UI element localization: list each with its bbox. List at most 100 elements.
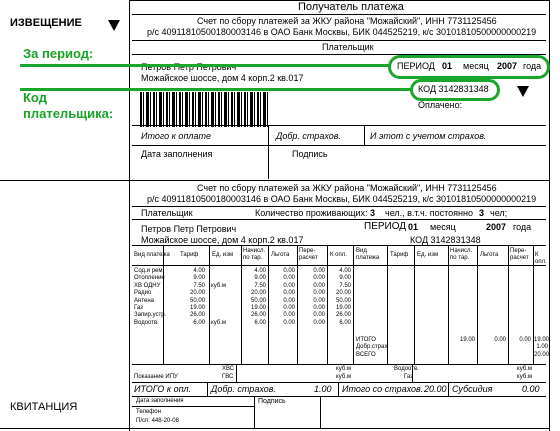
total-with-insurance-label: Итого со страхов. <box>342 384 424 394</box>
unit-label: куб.м <box>336 374 351 380</box>
divider <box>268 125 269 179</box>
divider <box>132 206 546 207</box>
payer-name-bottom: Петров Петр Петрович <box>141 224 237 234</box>
divider <box>320 396 321 428</box>
subsidy-value: 0.00 <box>522 384 540 394</box>
period-label: ПЕРИОД <box>397 61 435 71</box>
fill-date-label-bottom: Дата заполнения <box>136 398 184 404</box>
unit-label: куб.м <box>336 366 351 372</box>
divider <box>132 125 546 126</box>
divider <box>132 40 546 41</box>
col-header: Пере-расчет <box>299 248 318 261</box>
month-label-bottom: месяц <box>430 222 456 232</box>
col-header: Ед. изм <box>417 252 439 258</box>
divider <box>132 145 546 146</box>
residents-value: 3 <box>370 208 376 218</box>
divider <box>132 406 254 407</box>
period-month: 01 <box>442 61 453 71</box>
payer-label-bottom: Плательщик <box>141 208 193 218</box>
divider <box>207 382 208 396</box>
code-pointer-line <box>20 88 412 91</box>
fill-date-label: Дата заполнения <box>141 149 213 159</box>
unit-column: куб.м куб.м <box>211 282 226 326</box>
col-header: Льгота <box>271 252 290 258</box>
gvs-label: ГВС <box>222 374 234 380</box>
payer-code-annotation-1: Код <box>23 90 47 105</box>
subsidy-label: Субсидия <box>452 384 493 394</box>
total-label: Итого к оплате <box>141 131 211 141</box>
signature-label-bottom: Подпись <box>258 398 286 405</box>
bank-details-bottom: р/с 40911810500180003146 в ОАО Банк Моск… <box>147 194 537 204</box>
services-column: Сод.и рем. Отопление ХВ ОДНУ Радио Антен… <box>134 268 167 326</box>
code-box: КОД 3142831348 <box>410 79 500 101</box>
period-month-bottom: 01 <box>408 222 419 232</box>
col-header: Вид платежа <box>134 252 170 258</box>
totals-charged: 19.00 <box>459 337 475 343</box>
col-header: Вид платежа <box>356 248 380 261</box>
col-header: Льгота <box>480 252 499 258</box>
persons-end: чел; <box>490 208 508 218</box>
meter-label: Показание ИПУ <box>134 374 178 380</box>
payer-code-bottom: КОД 3142831348 <box>410 235 481 245</box>
divider <box>236 364 237 382</box>
unit-label: куб.м <box>517 374 532 380</box>
period-box: ПЕРИОД 01 месяц 2007 года <box>388 55 550 79</box>
divider <box>364 125 365 145</box>
signature-label: Подпись <box>292 149 328 159</box>
col-header: Пере-расчет <box>510 248 529 261</box>
with-insurance-label: И этот с учетом страхов. <box>370 131 487 141</box>
col-header: Тариф <box>390 252 409 258</box>
period-year: 2007 <box>497 61 518 71</box>
divider <box>132 364 546 365</box>
phone-label: Телефон <box>136 409 161 415</box>
totals-benefit: 0.00 <box>494 337 506 343</box>
totals-labels: ИТОГО Добр.страх ВСЕГО <box>356 337 388 358</box>
payer-label: Плательщик <box>322 42 374 52</box>
totals-recalc: 0.00 <box>519 337 531 343</box>
utility-payment-receipt: ИЗВЕЩЕНИЕ КВИТАНЦИЯ Получатель платежа С… <box>0 0 560 431</box>
permanent-value: 3 <box>479 208 485 218</box>
divider <box>132 382 546 383</box>
divider <box>132 14 546 15</box>
unit-label: куб.м <box>517 366 532 372</box>
col-header: К опл. <box>535 252 547 265</box>
divider <box>132 245 546 246</box>
notice-label: ИЗВЕЩЕНИЕ <box>10 17 82 29</box>
col-header: Начисл. по тар. <box>243 248 266 261</box>
period-pointer-line <box>20 64 390 67</box>
total-with-insurance-value: 20.00 <box>424 384 447 394</box>
insurance-label-bottom: Добр. страхов. <box>211 384 276 394</box>
period-annotation: За период: <box>23 46 94 61</box>
col-header: Начисл. по тар. <box>450 248 473 261</box>
invoice-title-bottom: Счет по сбору платежей за ЖКУ района "Мо… <box>197 183 497 193</box>
receipt-label: КВИТАНЦИЯ <box>10 401 78 413</box>
payer-code: КОД 3142831348 <box>418 84 489 94</box>
invoice-title: Счет по сбору платежей за ЖКУ района "Мо… <box>197 16 497 26</box>
recalc-column: 0.00 0.00 0.00 0.00 0.00 0.00 0.00 0.00 <box>313 268 325 326</box>
insurance-value: 1.00 <box>314 384 332 394</box>
charged-column: 4.00 9.00 7.50 20.00 50.00 19.00 26.00 6… <box>250 268 266 326</box>
payer-code-annotation-2: плательщика: <box>23 106 114 121</box>
payer-address: Можайское шоссе, дом 4 корп.2 кв.017 <box>141 73 304 83</box>
period-label-bottom: ПЕРИОД <box>364 221 407 232</box>
year-label: года <box>523 61 542 71</box>
divider <box>0 428 550 429</box>
tariff-column: 4.00 9.00 7.50 20.00 50.00 19.00 26.00 6… <box>189 268 205 326</box>
persons-label: чел., в.т.ч. постоянно <box>385 208 473 218</box>
col-header: Ед. изм <box>212 252 234 258</box>
arrow-down-icon <box>108 20 120 31</box>
divider <box>0 180 550 181</box>
totals-pay: 19.00 1.00 20.00 <box>534 337 550 358</box>
benefit-column: 0.00 0.00 0.00 0.00 0.00 0.00 0.00 0.00 <box>283 268 295 326</box>
divider <box>448 382 449 396</box>
insurance-label: Добр. страхов. <box>276 131 341 141</box>
divider <box>412 364 413 382</box>
paid-label: Оплачено: <box>418 100 463 110</box>
period-year-bottom: 2007 <box>486 222 507 232</box>
drain-label: Водоотв. <box>394 366 419 372</box>
divider <box>132 396 546 397</box>
arrow-down-icon <box>517 86 529 97</box>
col-header: Тариф <box>180 252 199 258</box>
residents-label: Количество проживающих: <box>255 208 368 218</box>
bank-details: р/с 40911810500180003146 в ОАО Банк Моск… <box>147 27 537 37</box>
